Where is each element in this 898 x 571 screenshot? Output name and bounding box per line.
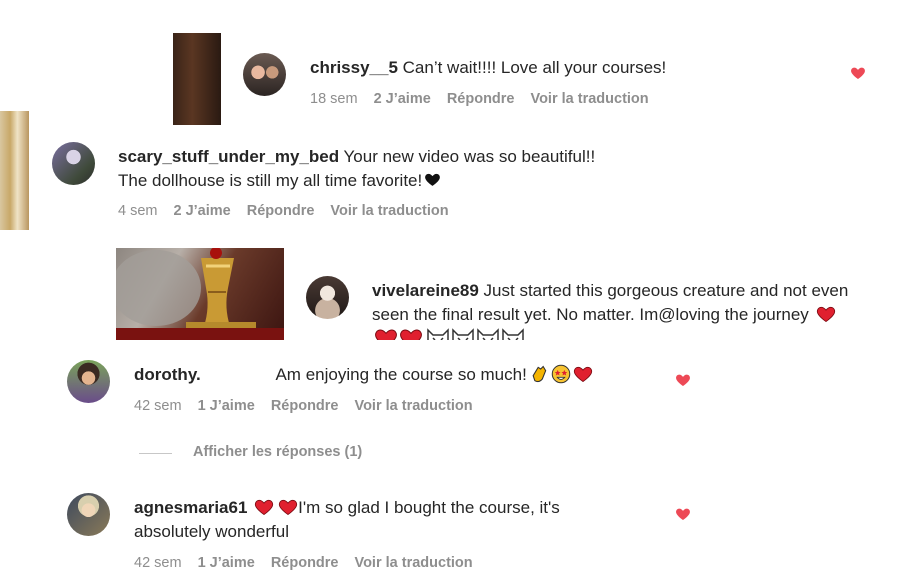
likes-count[interactable]: 2 J’aime [174,203,231,219]
emoji-row-clipped [374,326,534,340]
likes-count[interactable]: 1 J’aime [198,398,255,414]
red-heart-emoji-icon [816,306,835,322]
red-heart-emoji-icon [573,366,592,382]
comment-text: dorothy. Am enjoying the course so much! [134,363,593,387]
translate-button[interactable]: Voir la traduction [530,91,648,107]
reply-button[interactable]: Répondre [271,398,339,414]
replies-divider [139,453,172,454]
comment-body-line1: I'm so glad I bought the course, it's [298,498,560,517]
comment-username[interactable]: agnesmaria61 [134,498,247,517]
comment-text: agnesmaria61 I'm so glad I bought the co… [134,496,560,544]
comment-body-line1: Your new video was so beautiful!! [343,147,596,166]
comment-meta: 18 sem 2 J’aime Répondre Voir la traduct… [310,91,649,107]
like-heart-icon[interactable] [675,372,691,388]
comment-username[interactable]: vivelareine89 [372,281,479,300]
like-heart-icon[interactable] [675,506,691,522]
red-heart-emoji-icon [400,329,422,340]
likes-count[interactable]: 1 J’aime [198,555,255,571]
reply-button[interactable]: Répondre [271,555,339,571]
comment-time: 42 sem [134,555,182,571]
clapping-hands-emoji-icon [532,365,547,383]
comment-meta: 42 sem 1 J’aime Répondre Voir la traduct… [134,398,473,414]
avatar[interactable] [243,53,286,96]
comment-username[interactable]: scary_stuff_under_my_bed [118,147,339,166]
likes-count[interactable]: 2 J’aime [374,91,431,107]
cat-emoji-icon [452,328,474,340]
comment-body-line1: Just started this gorgeous creature and … [483,281,849,300]
translate-button[interactable]: Voir la traduction [354,555,472,571]
star-struck-emoji-icon [551,364,571,384]
comment-text: vivelareine89 Just started this gorgeous… [372,279,848,327]
avatar[interactable] [67,493,110,536]
comment-meta: 42 sem 1 J’aime Répondre Voir la traduct… [134,555,473,571]
reply-button[interactable]: Répondre [447,91,515,107]
background-photo-frame-strip [0,111,29,230]
avatar[interactable] [52,142,95,185]
comment-text: chrissy__5 Can’t wait!!!! Love all your … [310,56,666,80]
background-photo-candle [116,248,284,340]
comment-body: Am enjoying the course so much! [275,365,527,384]
comment-body-line2: seen the final result yet. No matter. Im… [372,305,809,324]
view-replies-button[interactable]: Afficher les réponses (1) [193,444,362,460]
comment-time: 42 sem [134,398,182,414]
avatar[interactable] [67,360,110,403]
translate-button[interactable]: Voir la traduction [354,398,472,414]
comment-body-line2: The dollhouse is still my all time favor… [118,171,423,190]
comment-username[interactable]: chrissy__5 [310,58,398,77]
reply-button[interactable]: Répondre [247,203,315,219]
comment-meta: 4 sem 2 J’aime Répondre Voir la traducti… [118,203,449,219]
red-heart-emoji-icon [279,499,298,515]
background-photo-dark-strip [173,33,221,125]
comment-time: 4 sem [118,203,158,219]
avatar[interactable] [306,276,349,319]
cat-emoji-icon [427,328,449,340]
like-heart-icon[interactable] [850,65,866,81]
comment-body-line2: absolutely wonderful [134,522,289,541]
red-heart-emoji-icon [255,499,274,515]
black-heart-icon [425,173,441,186]
comment-username[interactable]: dorothy. [134,365,201,384]
comment-text: scary_stuff_under_my_bed Your new video … [118,145,595,193]
comment-body: Can’t wait!!!! Love all your courses! [402,58,667,77]
comment-time: 18 sem [310,91,358,107]
cat-emoji-icon [477,328,499,340]
red-heart-emoji-icon [375,329,397,340]
translate-button[interactable]: Voir la traduction [330,203,448,219]
cat-emoji-icon [502,328,524,340]
